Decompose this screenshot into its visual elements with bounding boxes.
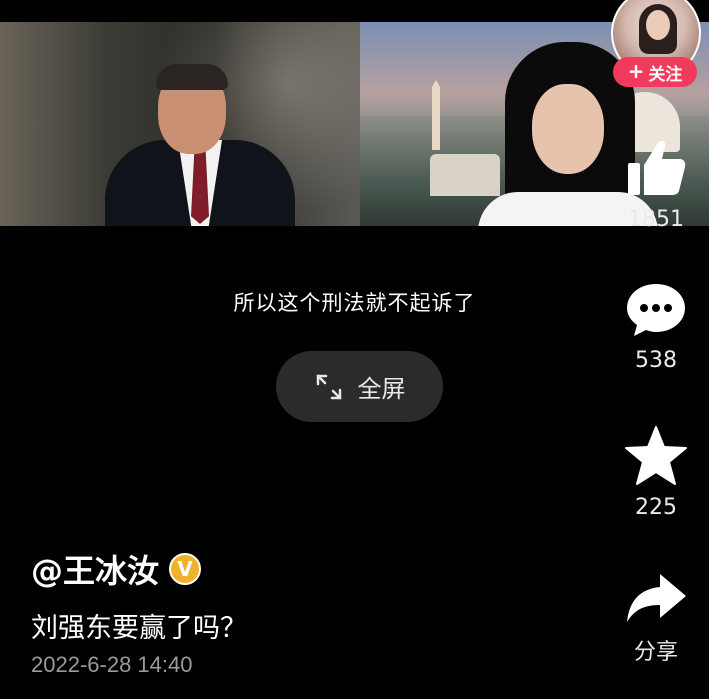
monument-shape xyxy=(432,80,440,150)
fullscreen-button[interactable]: 全屏 xyxy=(276,351,443,422)
share-button[interactable]: 分享 xyxy=(611,570,701,666)
author-name-row[interactable]: @王冰汝 V xyxy=(31,546,202,592)
follow-label: 关注 xyxy=(648,64,683,85)
star-icon xyxy=(624,426,688,491)
like-count: 1851 xyxy=(628,207,684,232)
video-caption: 刘强东要赢了吗？ xyxy=(31,613,247,644)
favorite-button[interactable]: 225 xyxy=(611,425,701,520)
avatar-face xyxy=(646,10,670,40)
building-shape xyxy=(430,154,500,196)
share-label: 分享 xyxy=(633,640,678,665)
thumbs-up-icon xyxy=(624,140,688,203)
comment-button[interactable]: 538 xyxy=(611,280,701,373)
author-name[interactable]: @王冰汝 xyxy=(31,546,159,592)
comment-count: 538 xyxy=(635,348,677,373)
share-arrow-icon xyxy=(624,574,688,630)
post-date: 2022-6-28 14:40 xyxy=(31,652,193,677)
video-player[interactable] xyxy=(0,22,709,226)
expand-icon xyxy=(314,372,344,402)
plus-icon: + xyxy=(627,59,645,83)
favorite-count: 225 xyxy=(635,495,677,520)
like-button[interactable]: 1851 xyxy=(611,137,701,232)
follow-button[interactable]: + 关注 xyxy=(613,57,697,87)
fullscreen-label: 全屏 xyxy=(357,375,406,403)
speaker-hair xyxy=(156,64,228,90)
video-subtitle: 所以这个刑法就不起诉了 xyxy=(233,291,476,315)
host-face xyxy=(532,84,604,174)
speech-bubble-icon xyxy=(624,284,688,344)
video-left-speaker xyxy=(0,22,360,226)
verified-badge-icon: V xyxy=(169,553,202,585)
